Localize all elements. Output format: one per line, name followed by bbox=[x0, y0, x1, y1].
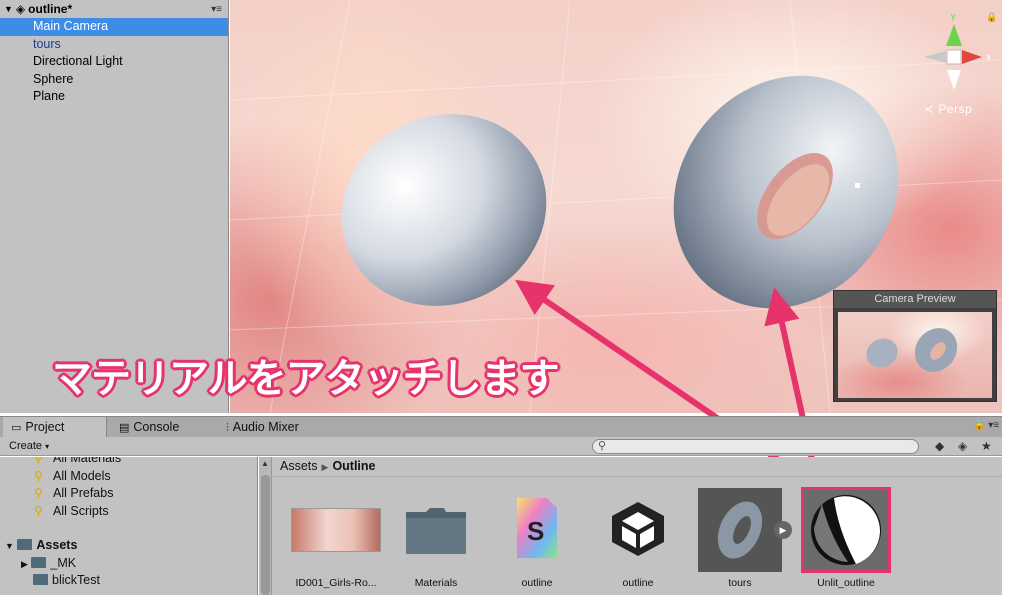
expand-triangle-icon[interactable]: ▶ bbox=[21, 559, 28, 569]
asset-label: Unlit_outline bbox=[817, 577, 875, 589]
persp-label: Persp bbox=[938, 102, 973, 116]
search-icon: ⚲ bbox=[34, 503, 43, 518]
asset-label: outline bbox=[521, 577, 553, 589]
filter-by-label-icon[interactable]: ◈ bbox=[958, 439, 967, 453]
favorite-all-scripts[interactable]: ⚲ All Scripts bbox=[0, 503, 257, 521]
tab-project-label: Project bbox=[25, 420, 65, 434]
selection-handle[interactable] bbox=[855, 183, 860, 188]
tab-audio-mixer[interactable]: ⫶ Audio Mixer bbox=[226, 417, 299, 438]
favorite-all-materials[interactable]: ⚲ All Materials bbox=[0, 457, 257, 468]
gizmo-x-label: x bbox=[986, 52, 991, 63]
hierarchy-scene-header[interactable]: ▼ ◈ outline* ▾≡ bbox=[0, 0, 228, 18]
camera-preview: Camera Preview bbox=[833, 290, 997, 402]
tab-console-label: Console bbox=[133, 420, 180, 434]
asset-unlit-outline-material[interactable]: Unlit_outline bbox=[796, 486, 896, 589]
folder-icon: ▭ bbox=[11, 422, 22, 434]
asset-outline-shader[interactable]: S outline bbox=[487, 486, 587, 589]
scene-lock-icon[interactable]: 🔒 bbox=[986, 12, 997, 23]
tree-item-label: _MK bbox=[50, 555, 77, 570]
filter-by-type-icon[interactable]: ◆ bbox=[935, 439, 944, 453]
breadcrumb-separator-icon: ▶ bbox=[321, 462, 329, 472]
hierarchy-menu-icon[interactable]: ▾≡ bbox=[211, 4, 222, 15]
search-input[interactable] bbox=[611, 440, 911, 453]
favorite-all-prefabs[interactable]: ⚲ All Prefabs bbox=[0, 485, 257, 503]
favorite-all-models[interactable]: ⚲ All Models bbox=[0, 468, 257, 486]
favorite-label: All Models bbox=[53, 468, 111, 483]
asset-label: outline bbox=[622, 577, 654, 589]
unity-logo-icon: ◈ bbox=[15, 2, 26, 16]
favorite-label: All Materials bbox=[53, 457, 122, 465]
folder-icon bbox=[31, 556, 47, 568]
folder-icon bbox=[33, 574, 48, 586]
tab-audio-mixer-label: Audio Mixer bbox=[232, 420, 299, 434]
scene-name: outline* bbox=[28, 2, 73, 16]
shader-icon: S bbox=[517, 498, 557, 558]
tree-item-mk[interactable]: ▶ _MK bbox=[0, 555, 257, 573]
asset-label: tours bbox=[728, 577, 752, 589]
asset-outline-scene[interactable]: outline bbox=[588, 486, 688, 589]
console-icon: ▤ bbox=[119, 422, 130, 434]
hierarchy-item-main-camera[interactable]: Main Camera bbox=[0, 18, 228, 36]
camera-preview-title: Camera Preview bbox=[834, 291, 996, 308]
breadcrumb: Assets ▶ Outline bbox=[280, 458, 376, 475]
audio-mixer-icon: ⫶ bbox=[226, 422, 229, 434]
persp-arrow-icon: ≺ bbox=[924, 102, 935, 116]
search-icon: ⚲ bbox=[34, 457, 43, 465]
collapse-triangle-icon[interactable]: ▼ bbox=[4, 4, 13, 14]
unity-scene-icon bbox=[612, 502, 664, 556]
favorite-label: All Scripts bbox=[53, 503, 109, 518]
scrollbar-thumb[interactable] bbox=[261, 475, 270, 595]
camera-preview-image bbox=[838, 312, 992, 398]
create-button-label: Create bbox=[9, 440, 43, 452]
search-box[interactable]: ⚲ bbox=[592, 439, 919, 454]
tree-item-blicktest[interactable]: blickTest bbox=[0, 572, 257, 590]
expand-asset-icon[interactable]: ▶ bbox=[774, 521, 792, 539]
favorite-star-icon[interactable]: ★ bbox=[981, 439, 992, 453]
project-folder-tree: ⚲ All Materials ⚲ All Models ⚲ All Prefabs … bbox=[0, 457, 258, 595]
tab-console[interactable]: ▤ Console bbox=[117, 417, 179, 438]
annotation-caption: マテリアルをアタッチします bbox=[52, 356, 560, 402]
tree-item-label: blickTest bbox=[52, 573, 100, 587]
asset-label: Materials bbox=[414, 577, 458, 589]
project-toolbar: Create ▾ ⚲ ◆ ◈ ★ bbox=[0, 437, 1002, 456]
asset-texture[interactable]: ID001_Girls-Ro... bbox=[286, 486, 386, 589]
folder-icon bbox=[17, 539, 33, 551]
breadcrumb-assets[interactable]: Assets bbox=[280, 459, 318, 473]
favorite-label: All Prefabs bbox=[53, 486, 114, 500]
breadcrumb-divider bbox=[272, 476, 1002, 477]
tree-scrollbar[interactable]: ▲ bbox=[259, 457, 272, 595]
asset-tours-model[interactable]: ▶ tours bbox=[690, 486, 792, 589]
model-thumbnail bbox=[698, 488, 782, 572]
hierarchy-item-directional-light[interactable]: Directional Light bbox=[0, 53, 228, 71]
scene-right-margin bbox=[1002, 0, 1024, 413]
asset-materials-folder[interactable]: Materials bbox=[386, 486, 486, 589]
texture-thumbnail bbox=[291, 508, 381, 552]
svg-text:S: S bbox=[527, 516, 544, 546]
create-button[interactable]: Create ▾ bbox=[5, 439, 53, 454]
tree-item-label: Assets bbox=[36, 538, 78, 552]
folder-icon bbox=[406, 508, 466, 554]
hierarchy-item-plane[interactable]: Plane bbox=[0, 88, 228, 106]
tree-item-assets[interactable]: ▼ Assets bbox=[0, 537, 257, 555]
search-icon: ⚲ bbox=[34, 486, 43, 500]
right-margin bbox=[1002, 416, 1024, 595]
search-icon: ⚲ bbox=[34, 468, 43, 483]
material-thumbnail bbox=[801, 487, 891, 573]
panel-lock-menu-icon[interactable]: 🔒 ▾≡ bbox=[973, 420, 999, 431]
bottom-tab-bar: ▭ Project ▤ Console ⫶ Audio Mixer 🔒 ▾≡ bbox=[0, 416, 1002, 438]
hierarchy-item-tours[interactable]: tours bbox=[0, 36, 228, 54]
tab-project[interactable]: ▭ Project bbox=[3, 417, 107, 438]
dropdown-arrow-icon: ▾ bbox=[45, 442, 50, 451]
gizmo-y-label: y bbox=[951, 11, 956, 21]
hierarchy-item-sphere[interactable]: Sphere bbox=[0, 71, 228, 89]
expand-triangle-icon[interactable]: ▼ bbox=[5, 541, 14, 551]
breadcrumb-current[interactable]: Outline bbox=[332, 459, 375, 473]
search-icon: ⚲ bbox=[598, 440, 607, 452]
sphere-object[interactable] bbox=[310, 81, 578, 339]
scroll-up-icon[interactable]: ▲ bbox=[261, 459, 269, 468]
asset-label: ID001_Girls-Ro... bbox=[295, 577, 377, 589]
